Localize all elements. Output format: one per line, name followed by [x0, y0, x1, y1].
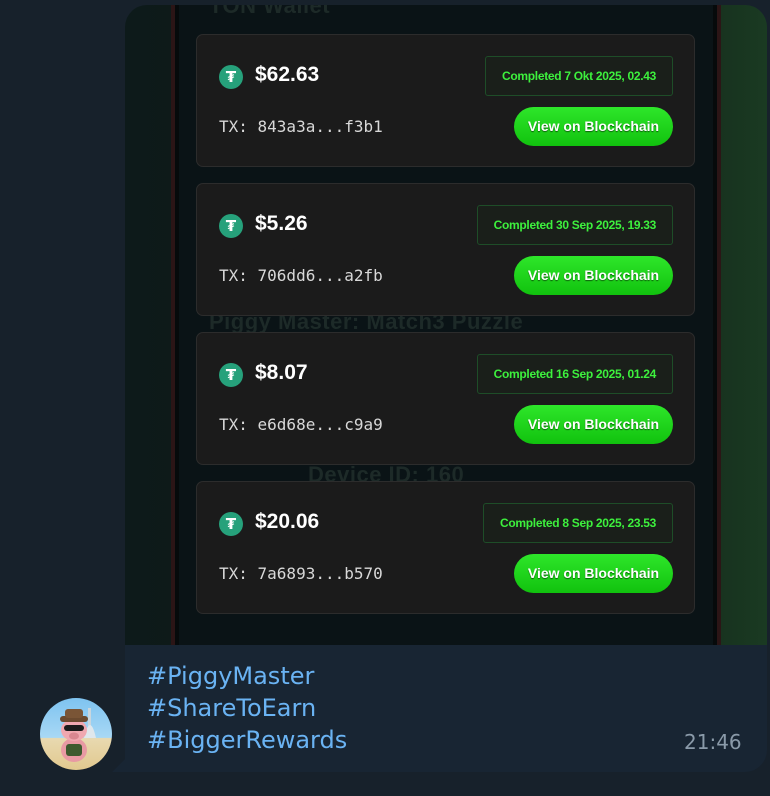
transaction-card: ₮ $5.26 Completed 30 Sep 2025, 19.33 TX:… — [196, 183, 695, 316]
transaction-amount: $8.07 — [255, 361, 308, 384]
status-badge: Completed 7 Okt 2025, 02.43 — [485, 56, 673, 96]
view-on-blockchain-button[interactable]: View on Blockchain — [514, 554, 673, 593]
sender-avatar[interactable] — [40, 698, 112, 770]
status-badge: Completed 30 Sep 2025, 19.33 — [476, 205, 673, 245]
transaction-amount: $62.63 — [255, 63, 320, 86]
pig-character-icon — [60, 708, 96, 762]
transaction-card: ₮ $8.07 Completed 16 Sep 2025, 01.24 TX:… — [196, 332, 695, 465]
status-badge: Completed 16 Sep 2025, 01.24 — [476, 354, 673, 394]
status-badge: Completed 8 Sep 2025, 23.53 — [483, 503, 673, 543]
view-on-blockchain-button[interactable]: View on Blockchain — [514, 256, 673, 295]
transaction-amount: $20.06 — [255, 510, 320, 533]
transaction-id: TX: 706dd6...a2fb — [219, 266, 383, 285]
message-caption: #PiggyMaster #ShareToEarn #BiggerRewards — [147, 660, 347, 756]
view-on-blockchain-button[interactable]: View on Blockchain — [514, 107, 673, 146]
transaction-card: ₮ $20.06 Completed 8 Sep 2025, 23.53 TX:… — [196, 481, 695, 614]
transaction-card: ₮ $62.63 Completed 7 Okt 2025, 02.43 TX:… — [196, 34, 695, 167]
message-photo[interactable]: TON Wallet Piggy Master: Match3 Puzzle D… — [125, 5, 767, 645]
transaction-id: TX: 7a6893...b570 — [219, 564, 383, 583]
usdt-tether-icon: ₮ — [219, 214, 243, 238]
usdt-tether-icon: ₮ — [219, 363, 243, 387]
usdt-tether-icon: ₮ — [219, 512, 243, 536]
usdt-tether-icon: ₮ — [219, 65, 243, 89]
hashtag-link[interactable]: #BiggerRewards — [147, 724, 347, 756]
transaction-id: TX: e6d68e...c9a9 — [219, 415, 383, 434]
message-time: 21:46 — [684, 730, 742, 754]
chat-view: TON Wallet Piggy Master: Match3 Puzzle D… — [0, 0, 770, 796]
view-on-blockchain-button[interactable]: View on Blockchain — [514, 405, 673, 444]
transaction-amount: $5.26 — [255, 212, 308, 235]
background-label: TON Wallet — [209, 5, 331, 18]
transaction-id: TX: 843a3a...f3b1 — [219, 117, 383, 136]
message-bubble[interactable]: TON Wallet Piggy Master: Match3 Puzzle D… — [125, 5, 767, 772]
hashtag-link[interactable]: #ShareToEarn — [147, 692, 347, 724]
hashtag-link[interactable]: #PiggyMaster — [147, 660, 347, 692]
